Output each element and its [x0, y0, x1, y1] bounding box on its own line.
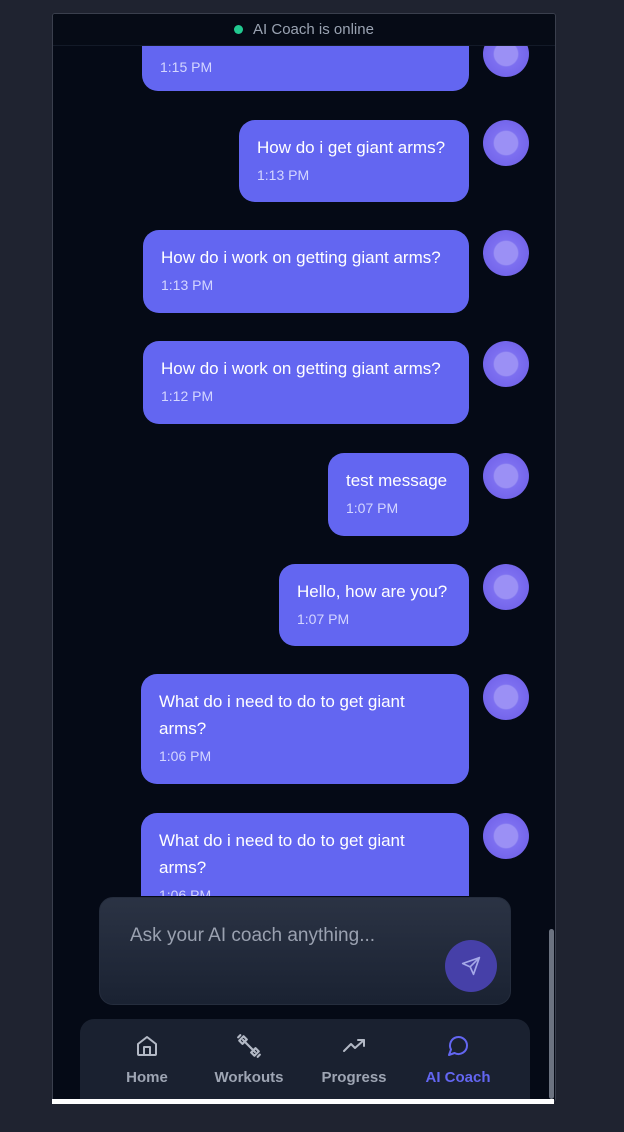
nav-item-ai-coach[interactable]: AI Coach — [413, 1033, 503, 1086]
coach-status-bar: AI Coach is online — [53, 14, 555, 46]
nav-label: Workouts — [214, 1069, 284, 1086]
message-time: 1:07 PM — [346, 500, 399, 516]
chat-message: How do i work on getting giant arms? 1:1… — [143, 341, 469, 424]
message-time: 1:06 PM — [159, 887, 212, 896]
message-time: 1:15 PM — [160, 59, 213, 75]
user-avatar — [483, 230, 529, 276]
app-screen: AI Coach is online 1:15 PM How do i get … — [52, 13, 556, 1102]
chat-message: Hello, how are you? 1:07 PM — [279, 564, 469, 646]
chat-message: What do i need to do to get giant arms? … — [141, 674, 469, 784]
scrollbar-thumb[interactable] — [549, 929, 554, 1099]
message-text: What do i need to do to get giant arms? — [159, 831, 405, 877]
message-text: How do i work on getting giant arms? — [161, 359, 441, 378]
chat-input[interactable] — [128, 924, 432, 948]
trending-up-icon — [343, 1039, 365, 1052]
screen-bottom-edge — [52, 1099, 554, 1104]
bottom-navigation: Home Workouts Progress AI Coach — [80, 1019, 530, 1101]
message-time: 1:13 PM — [161, 277, 214, 293]
nav-item-home[interactable]: Home — [102, 1033, 192, 1086]
chat-bubble-icon — [448, 1036, 468, 1056]
user-avatar — [483, 813, 529, 859]
message-time: 1:12 PM — [161, 388, 214, 404]
nav-label: Home — [126, 1069, 168, 1086]
user-avatar — [483, 564, 529, 610]
message-time: 1:13 PM — [257, 167, 310, 183]
user-avatar — [483, 674, 529, 720]
message-text: test message — [346, 471, 448, 490]
message-text: Hello, how are you? — [297, 582, 448, 601]
chat-message: What do i need to do to get giant arms? … — [141, 813, 469, 896]
nav-label: AI Coach — [425, 1069, 491, 1086]
message-time: 1:07 PM — [297, 611, 350, 627]
message-text: How do i work on getting giant arms? — [161, 248, 441, 267]
nav-item-progress[interactable]: Progress — [309, 1033, 399, 1086]
chat-message: 1:15 PM — [142, 45, 469, 91]
user-avatar — [483, 120, 529, 166]
nav-label: Progress — [321, 1069, 387, 1086]
user-avatar — [483, 45, 529, 77]
message-composer — [99, 897, 511, 1005]
send-button[interactable] — [445, 940, 497, 992]
send-icon — [461, 956, 481, 976]
home-icon — [137, 1036, 157, 1056]
chat-message: How do i work on getting giant arms? 1:1… — [143, 230, 469, 313]
dumbbell-icon — [237, 1034, 261, 1058]
coach-status-text: AI Coach is online — [253, 21, 374, 38]
user-avatar — [483, 341, 529, 387]
chat-message-list[interactable]: 1:15 PM How do i get giant arms? 1:13 PM… — [53, 45, 555, 896]
online-status-dot — [234, 25, 244, 34]
chat-message: test message 1:07 PM — [328, 453, 469, 536]
user-avatar — [483, 453, 529, 499]
nav-item-workouts[interactable]: Workouts — [204, 1033, 294, 1086]
message-time: 1:06 PM — [159, 748, 212, 764]
message-text: What do i need to do to get giant arms? — [159, 692, 405, 738]
message-text — [160, 45, 451, 59]
message-text: How do i get giant arms? — [257, 138, 446, 157]
chat-message: How do i get giant arms? 1:13 PM — [239, 120, 469, 202]
